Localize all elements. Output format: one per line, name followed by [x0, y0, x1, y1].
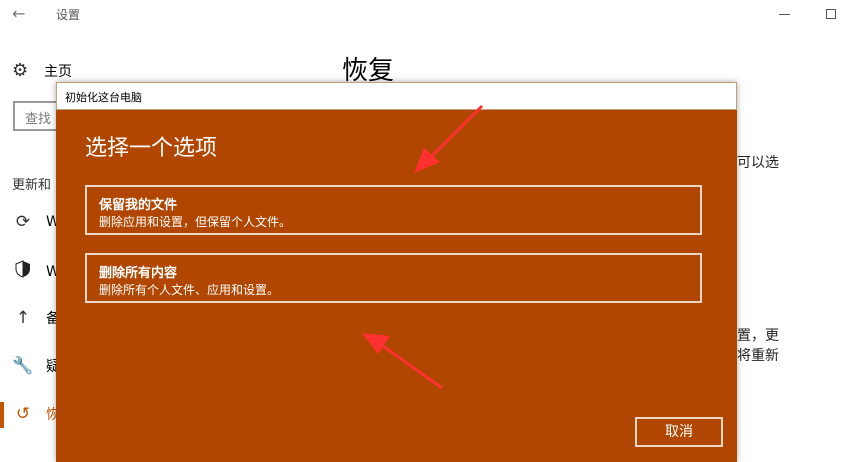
- app-title: 设置: [56, 8, 81, 22]
- gear-icon: ⚙: [12, 60, 29, 81]
- dialog-heading: 选择一个选项: [85, 136, 218, 161]
- sync-icon: ⟳: [15, 212, 31, 232]
- option-title: 保留我的文件: [99, 198, 178, 213]
- dialog-body: 选择一个选项 保留我的文件 删除应用和设置，但保留个人文件。 删除所有内容 删除…: [56, 110, 737, 462]
- active-indicator: [0, 402, 4, 428]
- option-description: 删除应用和设置，但保留个人文件。: [99, 215, 292, 229]
- history-icon: ↺: [15, 404, 31, 424]
- option-title: 删除所有内容: [99, 266, 178, 281]
- body-text-fragment: 可以选: [737, 155, 779, 171]
- dialog-title-bar: 初始化这台电脑: [56, 82, 737, 110]
- option-description: 删除所有个人文件、应用和设置。: [99, 283, 280, 297]
- body-text-fragment: 将重新: [737, 348, 779, 364]
- cancel-button[interactable]: 取消: [635, 417, 723, 447]
- nav-item-backup[interactable]: ↑ 备: [12, 308, 60, 328]
- nav-item-update[interactable]: ⟳ W: [12, 212, 60, 232]
- nav-item-security[interactable]: W: [12, 260, 60, 283]
- nav-home[interactable]: ⚙ 主页: [12, 60, 72, 81]
- shield-icon: [12, 260, 34, 283]
- body-text-fragment: 置，更: [737, 328, 779, 344]
- reset-pc-dialog: 初始化这台电脑 选择一个选项 保留我的文件 删除应用和设置，但保留个人文件。 删…: [56, 82, 737, 462]
- minimize-button[interactable]: [779, 14, 790, 15]
- nav-item-recovery[interactable]: ↺ 恢: [12, 404, 60, 424]
- nav-item-troubleshoot[interactable]: 🔧 疑: [12, 356, 60, 376]
- search-placeholder: 查找: [25, 112, 52, 127]
- dialog-title: 初始化这台电脑: [65, 91, 142, 104]
- wrench-icon: 🔧: [12, 356, 34, 376]
- back-arrow-icon[interactable]: ←: [12, 4, 25, 23]
- maximize-button[interactable]: [826, 9, 836, 19]
- upload-icon: ↑: [15, 308, 31, 328]
- title-bar: ← 设置: [0, 0, 863, 30]
- home-label: 主页: [44, 63, 72, 80]
- remove-everything-option[interactable]: 删除所有内容 删除所有个人文件、应用和设置。: [85, 253, 702, 303]
- keep-files-option[interactable]: 保留我的文件 删除应用和设置，但保留个人文件。: [85, 185, 702, 235]
- section-label: 更新和: [12, 178, 52, 193]
